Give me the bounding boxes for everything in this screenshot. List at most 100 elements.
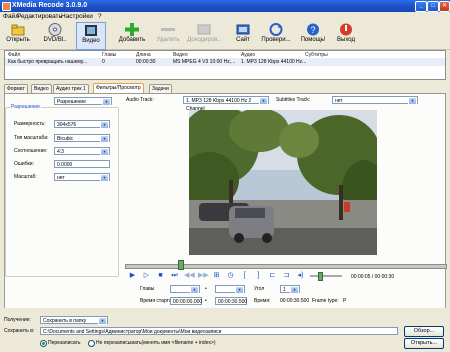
start-time-field[interactable]: 00:00:00.000: [170, 297, 202, 305]
end-time-field[interactable]: 00:00:30.500: [215, 297, 247, 305]
overwrite-radio[interactable]: [40, 340, 47, 347]
time-display: 00:00:05 / 00:00:30: [351, 274, 395, 280]
chevron-down-icon: ▼: [102, 98, 111, 106]
menu-settings[interactable]: Настройки: [61, 13, 93, 20]
scale-type-select[interactable]: Bicubic ▼: [54, 134, 110, 143]
clock-icon[interactable]: ◷: [226, 272, 235, 280]
add-button[interactable]: Добавить: [114, 22, 150, 48]
chapter-from-select[interactable]: ▼: [170, 285, 200, 294]
exit-label: Выход: [337, 37, 355, 43]
duration-label: Время:: [254, 298, 271, 304]
error-value: 0.0000: [57, 162, 73, 168]
rewind-icon[interactable]: ◀◀: [184, 272, 195, 280]
zoom-select[interactable]: нет ▼: [54, 173, 110, 182]
mark-out-icon[interactable]: ]: [254, 272, 263, 280]
open-folder-button[interactable]: Открыть...: [404, 338, 444, 349]
check-label: Провери...: [261, 37, 291, 43]
forward-icon[interactable]: ⏭: [170, 272, 179, 280]
frame-type-label: Frame type:: [312, 298, 339, 304]
angle-select[interactable]: 1 ▼: [280, 285, 300, 294]
cell-file: Как быстро превращать нашему...: [8, 59, 88, 65]
menu-help[interactable]: ?: [98, 13, 102, 20]
tab-filters-preview[interactable]: Фильтры/Просмотр: [93, 83, 144, 93]
save-path-field[interactable]: C:\Documents and Settings\Администратор\…: [40, 327, 398, 335]
audio-track-label: Audio Track:: [126, 97, 154, 103]
output-value: Сохранить в папку: [43, 318, 87, 324]
start-time-label: Время старта: [140, 298, 172, 304]
size-value: 304x576: [57, 122, 77, 128]
subtitle-track-select[interactable]: нет ▼: [332, 96, 418, 105]
size-select[interactable]: 304x576 ▼: [54, 120, 110, 129]
volume-slider[interactable]: [310, 275, 342, 277]
chevron-down-icon: ▼: [100, 174, 109, 182]
file-table[interactable]: Файл Главы Длина Видео Аудио Субтитры Ка…: [4, 50, 446, 80]
exit-icon: [339, 23, 353, 36]
tab-audio-track[interactable]: Аудио трек 1: [53, 84, 89, 93]
dvd-label: DVD/Bl..: [43, 37, 67, 43]
chevron-down-icon: ▼: [290, 286, 299, 294]
remove-button[interactable]: Удалить: [152, 22, 184, 48]
rename-radio[interactable]: [88, 340, 95, 347]
check-update-button[interactable]: Провери...: [258, 22, 294, 48]
fast-forward-icon[interactable]: ▶▶: [198, 272, 209, 280]
video-icon: [84, 24, 98, 37]
site-button[interactable]: Сайт: [230, 22, 256, 48]
menu-bar: Файл Редактировать Настройки ?: [0, 12, 450, 21]
seek-handle[interactable]: [178, 260, 184, 270]
time-dash: •: [205, 298, 207, 304]
volume-handle[interactable]: [318, 272, 323, 281]
dvd-button[interactable]: DVD/Bl..: [38, 22, 72, 48]
svg-text:?: ?: [311, 25, 316, 35]
dvd-icon: [48, 23, 62, 36]
volume-icon[interactable]: ◂): [296, 272, 305, 280]
scale-type-value: Bicubic: [57, 136, 74, 142]
cell-length: 00:00:30: [136, 59, 156, 65]
subtitle-track-label: Subtitles Track:: [276, 97, 311, 103]
menu-edit[interactable]: Редактировать: [17, 13, 62, 20]
error-field[interactable]: 0.0000: [54, 160, 110, 168]
help-button[interactable]: ? Помощь!: [296, 22, 330, 48]
audio-track-select[interactable]: 1. MP3 128 Kbps 44100 Hz 2 Channel ▼: [183, 96, 269, 112]
mark-in-icon[interactable]: [: [240, 272, 249, 280]
screenshot-icon[interactable]: ⊞: [212, 272, 221, 280]
tab-bar: Формат Видео Аудио трек 1 Фильтры/Просмо…: [4, 83, 444, 93]
save-path-value: C:\Documents and Settings\Администратор\…: [43, 329, 222, 335]
cell-video: MS MPEG 4 V3 10:00 Hz,...: [173, 59, 236, 65]
output-select[interactable]: Сохранить в папку ▼: [40, 316, 108, 325]
maximize-button[interactable]: □: [427, 1, 439, 12]
zoom-label: Масштаб:: [14, 174, 37, 180]
site-label: Сайт: [236, 37, 250, 43]
end-time-value: 00:00:30.500: [218, 299, 248, 305]
minimize-button[interactable]: _: [415, 1, 427, 12]
tab-jobs[interactable]: Задачи: [149, 84, 172, 93]
frame-type-value: P: [343, 298, 347, 304]
exit-button[interactable]: Выход: [332, 22, 360, 48]
resolution-legend: Разрешение: [10, 104, 41, 110]
folder-icon: [11, 23, 25, 36]
encode-button[interactable]: Докодиров..: [184, 22, 224, 48]
stop-icon[interactable]: ■: [156, 272, 165, 280]
check-icon: [269, 23, 283, 36]
play-icon[interactable]: ▶: [128, 272, 137, 280]
scale-type-label: Тип масштаба:: [14, 135, 49, 141]
aspect-value: 4:3: [57, 149, 64, 155]
tab-format[interactable]: Формат: [4, 84, 28, 93]
video-button[interactable]: Видео: [76, 22, 106, 50]
step-forward-icon[interactable]: ▷: [142, 272, 151, 280]
browse-button[interactable]: Обзор...: [404, 326, 444, 337]
chapter-dash: •: [205, 286, 207, 292]
add-icon: [125, 23, 139, 36]
next-mark-icon[interactable]: ⊐: [282, 272, 291, 280]
open-button[interactable]: Открыть: [2, 22, 34, 48]
remove-label: Удалить: [156, 37, 180, 43]
seek-bar[interactable]: [125, 264, 447, 269]
filter-select[interactable]: Разрешение ▼: [54, 97, 112, 106]
close-button[interactable]: ×: [439, 1, 450, 12]
aspect-select[interactable]: 4:3 ▼: [54, 147, 110, 156]
subtitle-track-value: нет: [335, 98, 343, 104]
chapter-to-select[interactable]: ▼: [215, 285, 245, 294]
tab-video[interactable]: Видео: [31, 84, 52, 93]
chevron-down-icon: ▼: [98, 317, 107, 325]
prev-mark-icon[interactable]: ⊏: [268, 272, 277, 280]
remove-icon: [161, 23, 175, 36]
